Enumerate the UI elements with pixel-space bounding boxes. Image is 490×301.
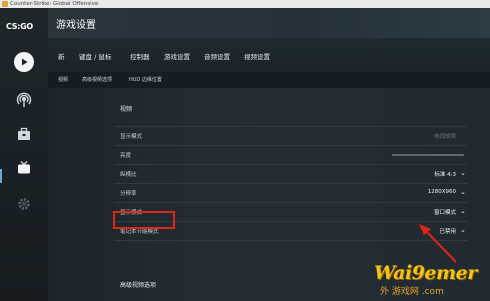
setting-value: 标准 4:3 (434, 172, 456, 178)
inventory-icon[interactable] (14, 124, 34, 144)
setting-value: 窗口模式 (433, 210, 456, 216)
play-icon[interactable] (14, 52, 34, 72)
chevron-down-icon[interactable]: ⌄ (460, 169, 468, 177)
tab-new[interactable]: 新 (58, 51, 65, 61)
window-titlebar: Counter-Strike: Global Offensive (0, 0, 490, 8)
setting-row-display-mode-top: 显示模式 电视故障 (114, 126, 468, 145)
setting-label: 显示模式 (120, 134, 143, 140)
page-title: 游戏设置 (56, 20, 96, 31)
watermark-logo: Wai9emer (374, 262, 477, 284)
tab-audio-settings[interactable]: 音频设置 (204, 51, 230, 61)
chevron-down-icon[interactable]: ⌄ (460, 226, 468, 234)
tab-video-settings[interactable]: 视频设置 (240, 51, 274, 75)
setting-row-aspect-ratio[interactable]: 纵横比 标准 4:3 ⌄ (114, 164, 468, 183)
setting-row-resolution[interactable]: 分辨率 1280X960 ⌄ (114, 183, 468, 202)
watermark-subtitle: 外 游戏网 .com (380, 287, 444, 297)
window-title: Counter-Strike: Global Offensive (10, 1, 99, 7)
tab-keyboard-mouse[interactable]: 键盘 / 鼠标 (79, 51, 111, 61)
watermark: Wai9emer 外 游戏网 .com (368, 262, 488, 298)
section-title-video: 视频 (120, 106, 133, 113)
setting-label: 纵横比 (120, 172, 137, 178)
page-header: 游戏设置 (48, 8, 490, 38)
settings-tabs: 新 键盘 / 鼠标 控制器 游戏设置 音频设置 视频设置 (48, 38, 490, 75)
brightness-slider[interactable] (392, 154, 464, 156)
video-subtabs: 视频 高级视频选项 HUD 边缘位置 (48, 72, 490, 88)
setting-row-brightness: 亮度 (114, 145, 468, 164)
setting-value: 1280X960 (427, 189, 456, 195)
csgo-logo: CS:GO (6, 22, 33, 31)
section-title-advanced: 高级视频选项 (120, 282, 157, 289)
app-icon (2, 1, 8, 7)
sidebar-active-indicator (0, 169, 2, 183)
tv-icon[interactable] (14, 158, 34, 178)
gear-icon[interactable] (14, 194, 34, 214)
setting-label: 亮度 (120, 153, 132, 159)
subtab-video[interactable]: 视频 (58, 76, 68, 83)
subtab-hud-edge[interactable]: HUD 边缘位置 (129, 76, 162, 83)
tab-controller[interactable]: 控制器 (130, 51, 150, 61)
sidebar: CS:GO (0, 8, 49, 301)
highlight-box (113, 211, 175, 229)
tab-game-settings[interactable]: 游戏设置 (164, 51, 190, 61)
chevron-down-icon[interactable]: ⌄ (460, 207, 468, 215)
subtab-advanced-video[interactable]: 高级视频选项 (82, 76, 112, 83)
chevron-down-icon[interactable]: ⌄ (460, 188, 468, 196)
broadcast-icon[interactable] (14, 90, 34, 110)
setting-value: 已禁用 (439, 229, 456, 235)
setting-label: 分辨率 (120, 191, 137, 197)
divider (114, 240, 468, 242)
setting-value: 电视故障 (433, 134, 456, 140)
